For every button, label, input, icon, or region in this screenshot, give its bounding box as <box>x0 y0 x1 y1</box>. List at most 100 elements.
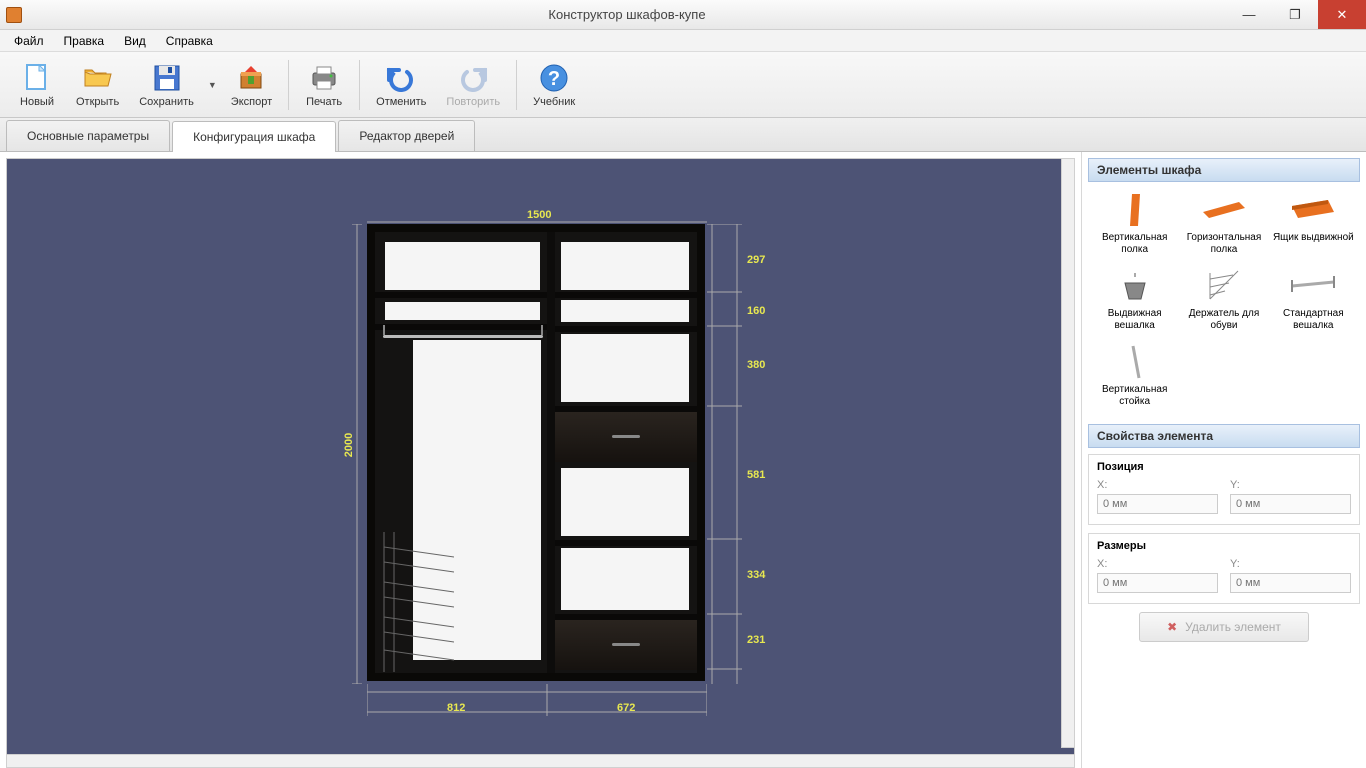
std-hanger-icon <box>1288 268 1338 304</box>
save-button[interactable]: Сохранить <box>129 58 204 112</box>
drawer-1[interactable] <box>555 412 697 462</box>
dim-right-w: 672 <box>617 702 635 714</box>
hanger-rod[interactable] <box>383 335 543 338</box>
menu-file[interactable]: Файл <box>4 32 54 50</box>
elements-grid: Вертикальная полка Горизонтальная полка … <box>1088 188 1360 412</box>
undo-icon <box>385 62 417 94</box>
pos-x-input[interactable] <box>1097 494 1218 514</box>
open-button[interactable]: Открыть <box>66 58 129 112</box>
main-area: 2000 1500 <box>0 152 1366 768</box>
dim-r-1: 297 <box>747 254 765 266</box>
design-canvas[interactable]: 2000 1500 <box>6 158 1075 762</box>
tabs: Основные параметры Конфигурация шкафа Ре… <box>0 118 1366 152</box>
menu-view[interactable]: Вид <box>114 32 156 50</box>
redo-icon <box>457 62 489 94</box>
r-shelf-1[interactable] <box>555 292 697 298</box>
left-top-panel[interactable] <box>385 242 540 290</box>
delete-icon: ✖ <box>1167 620 1177 634</box>
pos-y-label: Y: <box>1230 479 1351 491</box>
vertical-divider[interactable] <box>547 232 555 673</box>
pos-y-input[interactable] <box>1230 494 1351 514</box>
dim-r-6: 231 <box>747 634 765 646</box>
new-button[interactable]: Новый <box>8 58 66 112</box>
tab-config[interactable]: Конфигурация шкафа <box>172 121 336 152</box>
dim-left-w: 812 <box>447 702 465 714</box>
drawer-2[interactable] <box>555 620 697 670</box>
element-pull-hanger[interactable]: Выдвижная вешалка <box>1092 264 1177 336</box>
window-controls: — ❐ ✕ <box>1226 0 1366 29</box>
shoe-rack[interactable] <box>379 532 454 672</box>
position-title: Позиция <box>1097 461 1351 473</box>
dim-x-input[interactable] <box>1097 573 1218 593</box>
delete-element-button[interactable]: ✖ Удалить элемент <box>1139 612 1309 642</box>
r-panel-3[interactable] <box>561 334 689 402</box>
vertical-shelf-icon <box>1110 192 1160 228</box>
dim-r-5: 334 <box>747 569 765 581</box>
print-icon <box>308 62 340 94</box>
dim-x-label: X: <box>1097 558 1218 570</box>
dimensions-section: Размеры X: Y: <box>1088 533 1360 604</box>
undo-button[interactable]: Отменить <box>366 58 436 112</box>
help-icon: ? <box>538 62 570 94</box>
properties-header: Свойства элемента <box>1088 424 1360 448</box>
shoe-holder-icon <box>1199 268 1249 304</box>
app-icon <box>6 7 22 23</box>
titlebar: Конструктор шкафов-купе — ❐ ✕ <box>0 0 1366 30</box>
position-section: Позиция X: Y: <box>1088 454 1360 525</box>
dim-r-3: 380 <box>747 359 765 371</box>
dimensions-title: Размеры <box>1097 540 1351 552</box>
minimize-button[interactable]: — <box>1226 0 1272 29</box>
scrollbar-vertical[interactable] <box>1061 158 1075 748</box>
window-title: Конструктор шкафов-купе <box>28 7 1226 22</box>
dim-y-label: Y: <box>1230 558 1351 570</box>
print-button[interactable]: Печать <box>295 58 353 112</box>
toolbar-separator <box>288 60 289 110</box>
dim-r-2: 160 <box>747 305 765 317</box>
right-panel: Элементы шкафа Вертикальная полка Горизо… <box>1081 152 1366 768</box>
close-button[interactable]: ✕ <box>1318 0 1366 29</box>
pull-hanger-icon <box>1110 268 1160 304</box>
toolbar-separator <box>359 60 360 110</box>
open-icon <box>82 62 114 94</box>
redo-button[interactable]: Повторить <box>436 58 510 112</box>
left-shelf-2[interactable] <box>375 324 547 330</box>
element-vertical-shelf[interactable]: Вертикальная полка <box>1092 188 1177 260</box>
r-panel-1[interactable] <box>561 242 689 290</box>
left-shelf-1[interactable] <box>375 292 547 298</box>
scrollbar-horizontal[interactable] <box>6 754 1075 768</box>
export-button[interactable]: Экспорт <box>221 58 282 112</box>
menu-help[interactable]: Справка <box>156 32 223 50</box>
r-panel-2[interactable] <box>561 300 689 322</box>
maximize-button[interactable]: ❐ <box>1272 0 1318 29</box>
r-panel-4[interactable] <box>561 468 689 536</box>
drawer-icon <box>1288 192 1338 228</box>
toolbar-separator <box>516 60 517 110</box>
svg-text:?: ? <box>548 68 560 90</box>
element-std-hanger[interactable]: Стандартная вешалка <box>1271 264 1356 336</box>
tab-params[interactable]: Основные параметры <box>6 120 170 151</box>
element-drawer[interactable]: Ящик выдвижной <box>1271 188 1356 260</box>
horizontal-shelf-icon <box>1199 192 1249 228</box>
dim-y-input[interactable] <box>1230 573 1351 593</box>
menu-edit[interactable]: Правка <box>54 32 115 50</box>
r-shelf-2[interactable] <box>555 326 697 332</box>
element-vertical-post[interactable]: Вертикальная стойка <box>1092 340 1177 412</box>
tutorial-button[interactable]: ? Учебник <box>523 58 585 112</box>
save-dropdown-icon[interactable]: ▼ <box>204 80 221 90</box>
new-icon <box>21 62 53 94</box>
wardrobe-body[interactable] <box>367 224 705 681</box>
dim-r-4: 581 <box>747 469 765 481</box>
save-icon <box>151 62 183 94</box>
pos-x-label: X: <box>1097 479 1218 491</box>
elements-header: Элементы шкафа <box>1088 158 1360 182</box>
r-shelf-4[interactable] <box>555 540 697 546</box>
export-icon <box>235 62 267 94</box>
menubar: Файл Правка Вид Справка <box>0 30 1366 52</box>
element-horizontal-shelf[interactable]: Горизонтальная полка <box>1181 188 1266 260</box>
element-shoe-holder[interactable]: Держатель для обуви <box>1181 264 1266 336</box>
left-panel-2[interactable] <box>385 302 540 320</box>
r-panel-5[interactable] <box>561 548 689 610</box>
tab-doors[interactable]: Редактор дверей <box>338 120 475 151</box>
toolbar: Новый Открыть Сохранить ▼ Экспорт Печать… <box>0 52 1366 118</box>
vertical-post-icon <box>1110 344 1160 380</box>
